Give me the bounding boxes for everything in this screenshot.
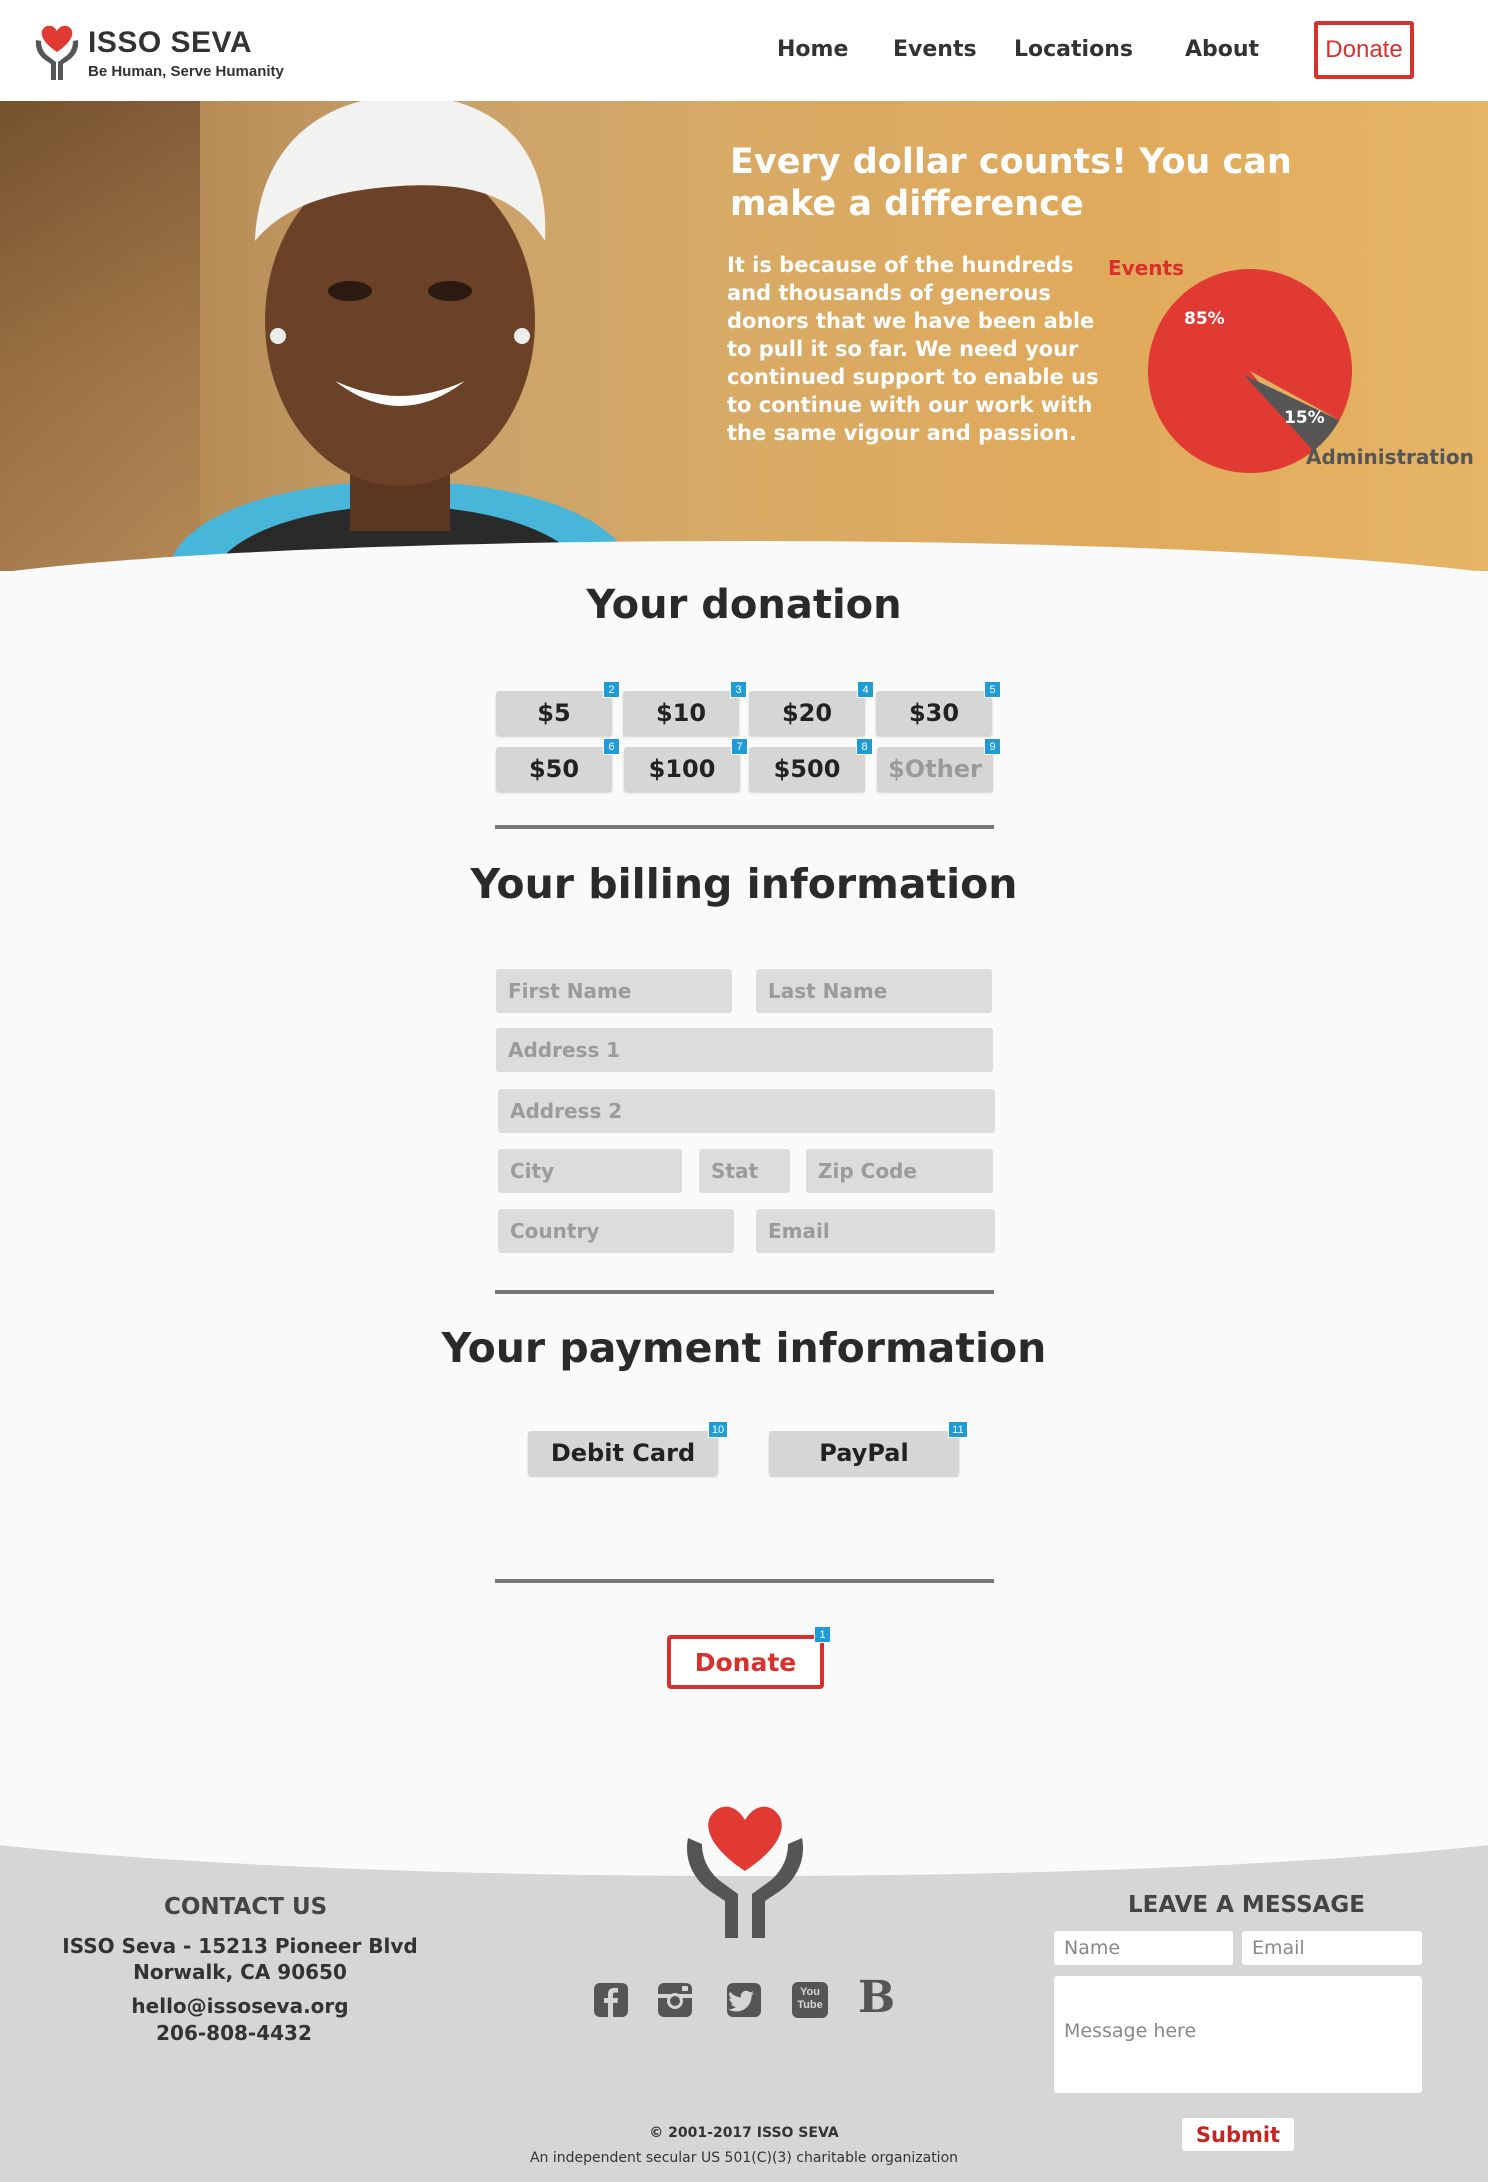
amount-other-button[interactable]: $Other <box>877 747 993 791</box>
amount-500-button[interactable]: $500 <box>749 747 865 791</box>
paypal-badge: 11 <box>948 1421 968 1438</box>
amount-100-button[interactable]: $100 <box>624 747 740 791</box>
state-field[interactable] <box>699 1149 790 1193</box>
amount-30-badge: 5 <box>984 681 1001 698</box>
contact-phone: 206-808-4432 <box>156 2021 312 2045</box>
pie-label-administration: Administration <box>1306 445 1474 469</box>
amount-10-badge: 3 <box>730 681 747 698</box>
contact-email-link[interactable]: hello@issoseva.org <box>40 1994 440 2018</box>
amount-500-badge: 8 <box>856 738 873 755</box>
section-divider <box>495 1579 994 1583</box>
amount-5-badge: 2 <box>603 681 620 698</box>
nav-donate-button[interactable]: Donate <box>1314 21 1414 79</box>
debit-card-button[interactable]: Debit Card <box>528 1431 718 1475</box>
organization-description: An independent secular US 501(C)(3) char… <box>529 2150 959 2166</box>
nav-home-link[interactable]: Home <box>777 37 848 62</box>
donate-badge: 1 <box>814 1626 831 1643</box>
country-field[interactable] <box>498 1209 734 1253</box>
contact-heading: CONTACT US <box>164 1894 328 1920</box>
top-navbar: ISSO SEVA Be Human, Serve Humanity Home … <box>0 0 1488 101</box>
nav-locations-link[interactable]: Locations <box>1014 37 1133 62</box>
amount-5-button[interactable]: $5 <box>496 691 612 735</box>
amount-20-badge: 4 <box>857 681 874 698</box>
facebook-icon[interactable] <box>593 1982 629 2018</box>
hero-portrait-image <box>170 101 630 571</box>
leave-message-heading: LEAVE A MESSAGE <box>1128 1892 1366 1918</box>
donation-heading: Your donation <box>586 582 902 628</box>
message-name-field[interactable] <box>1054 1931 1233 1965</box>
amount-50-badge: 6 <box>603 738 620 755</box>
section-divider <box>495 825 994 829</box>
first-name-field[interactable] <box>496 969 732 1013</box>
billing-heading: Your billing information <box>470 860 1018 908</box>
copyright-text: © 2001-2017 ISSO SEVA <box>649 2125 839 2141</box>
pie-percent-administration: 15% <box>1284 408 1325 428</box>
amount-100-badge: 7 <box>731 738 748 755</box>
email-field[interactable] <box>756 1209 995 1253</box>
hero-title: Every dollar counts! You can make a diff… <box>730 142 1292 224</box>
pie-percent-events: 85% <box>1184 309 1225 329</box>
address2-field[interactable] <box>498 1089 995 1133</box>
paypal-button[interactable]: PayPal <box>769 1431 959 1475</box>
nav-about-link[interactable]: About <box>1185 37 1259 62</box>
amount-20-button[interactable]: $20 <box>749 691 865 735</box>
amount-other-badge: 9 <box>984 738 1001 755</box>
message-textarea[interactable] <box>1054 1976 1422 2093</box>
hero-banner: Every dollar counts! You can make a diff… <box>0 101 1488 571</box>
nav-events-link[interactable]: Events <box>893 37 977 62</box>
city-field[interactable] <box>498 1149 682 1193</box>
footer-heart-hands-logo-icon <box>686 1806 804 1938</box>
amount-50-button[interactable]: $50 <box>496 747 612 791</box>
twitter-icon[interactable] <box>726 1982 762 2018</box>
message-email-field[interactable] <box>1242 1931 1422 1965</box>
contact-address-line2: Norwalk, CA 90650 <box>133 1960 347 1984</box>
donate-submit-button[interactable]: Donate <box>667 1635 824 1689</box>
zip-code-field[interactable] <box>806 1149 993 1193</box>
last-name-field[interactable] <box>756 969 992 1013</box>
blogger-icon[interactable]: B <box>858 1975 898 2021</box>
debit-card-badge: 10 <box>708 1421 728 1438</box>
youtube-icon[interactable]: You Tube <box>792 1982 828 2018</box>
address1-field[interactable] <box>496 1028 993 1072</box>
section-divider <box>495 1290 994 1294</box>
contact-address-line1: ISSO Seva - 15213 Pioneer Blvd <box>62 1934 418 1958</box>
brand-tagline: Be Human, Serve Humanity <box>88 63 284 80</box>
amount-30-button[interactable]: $30 <box>876 691 992 735</box>
brand-name[interactable]: ISSO SEVA <box>88 26 252 60</box>
payment-heading: Your payment information <box>441 1324 1047 1372</box>
amount-10-button[interactable]: $10 <box>623 691 739 735</box>
instagram-icon[interactable] <box>657 1982 693 2018</box>
hero-text: It is because of the hundreds and thousa… <box>727 253 1099 445</box>
heart-hands-logo-icon[interactable] <box>32 22 82 82</box>
